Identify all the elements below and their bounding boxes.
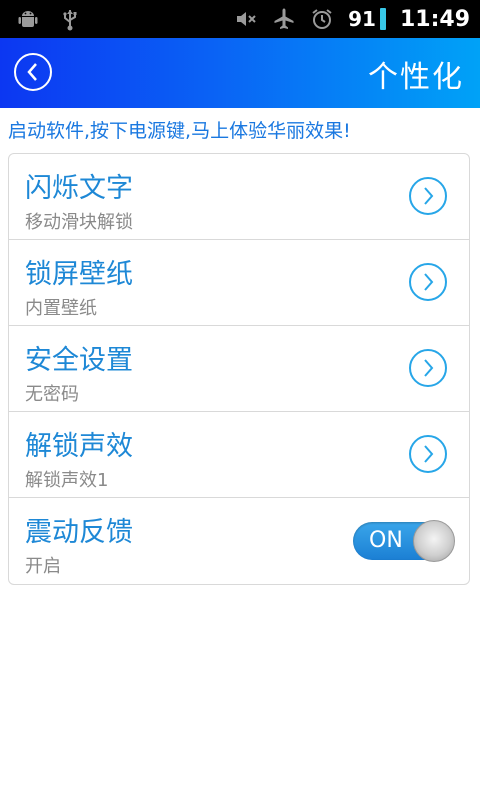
usb-icon (63, 10, 77, 31)
setting-title: 锁屏壁纸 (25, 259, 133, 290)
setting-subtitle: 开启 (25, 556, 61, 577)
page-title: 个性化 (368, 60, 464, 95)
airplane-icon (274, 8, 294, 29)
chevron-right-button[interactable] (409, 435, 447, 473)
chevron-right-icon (424, 359, 434, 377)
setting-subtitle: 内置壁纸 (25, 298, 97, 319)
setting-title: 安全设置 (25, 345, 133, 376)
toggle-knob[interactable] (413, 520, 455, 562)
chevron-right-icon (424, 445, 434, 463)
vibration-toggle[interactable]: ON (353, 520, 455, 562)
setting-title: 闪烁文字 (25, 173, 133, 204)
setting-row-wallpaper[interactable]: 锁屏壁纸 内置壁纸 (9, 240, 469, 326)
chevron-right-button[interactable] (409, 177, 447, 215)
setting-row-vibration: 震动反馈 开启 ON (9, 498, 469, 584)
setting-title: 震动反馈 (25, 517, 133, 548)
setting-title: 解锁声效 (25, 431, 133, 462)
setting-row-unlock-sound[interactable]: 解锁声效 解锁声效1 (9, 412, 469, 498)
battery-icon (379, 8, 386, 30)
chevron-right-icon (424, 273, 434, 291)
setting-row-security[interactable]: 安全设置 无密码 (9, 326, 469, 412)
chevron-right-button[interactable] (409, 349, 447, 387)
setting-subtitle: 解锁声效1 (25, 470, 109, 491)
setting-subtitle: 无密码 (25, 384, 79, 405)
alarm-icon (312, 9, 332, 29)
status-bar: 91 11:49 (0, 0, 480, 38)
settings-list: 闪烁文字 移动滑块解锁 锁屏壁纸 内置壁纸 安全设置 无密码 解锁声效 解锁声效… (8, 153, 470, 585)
app-header: 个性化 (0, 38, 480, 108)
tip-text: 启动软件,按下电源键,马上体验华丽效果! (8, 120, 351, 142)
back-button[interactable] (14, 53, 52, 91)
chevron-left-icon (27, 63, 37, 81)
chevron-right-button[interactable] (409, 263, 447, 301)
android-icon (18, 11, 38, 27)
battery-level: 91 (348, 7, 376, 31)
status-time: 11:49 (399, 6, 470, 32)
setting-row-flash-text[interactable]: 闪烁文字 移动滑块解锁 (9, 154, 469, 240)
chevron-right-icon (424, 187, 434, 205)
mute-icon (237, 12, 256, 26)
toggle-label: ON (369, 528, 403, 553)
battery-indicator: 91 (348, 7, 386, 31)
setting-subtitle: 移动滑块解锁 (25, 212, 133, 233)
